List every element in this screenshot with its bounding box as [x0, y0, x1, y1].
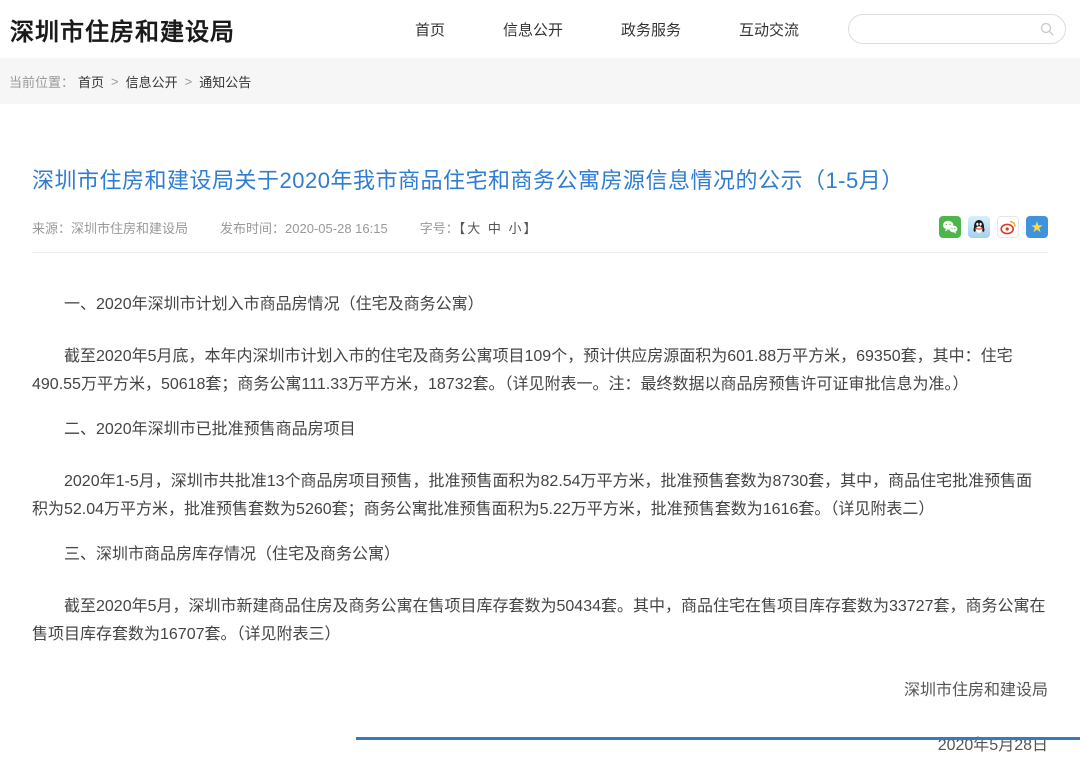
site-title: 深圳市住房和建设局 — [10, 12, 235, 47]
meta-time-label: 发布时间： — [220, 221, 285, 236]
breadcrumb-item-notices[interactable]: 通知公告 — [199, 72, 251, 91]
star-glyph: ★ — [1030, 220, 1043, 235]
breadcrumb-separator: > — [111, 74, 119, 89]
nav-item-info-disclosure[interactable]: 信息公开 — [503, 19, 563, 40]
main-nav: 首页 信息公开 政务服务 互动交流 — [415, 19, 799, 40]
breadcrumb-item-home[interactable]: 首页 — [78, 72, 104, 91]
breadcrumb-separator: > — [185, 74, 193, 89]
section-1-heading: 一、2020年深圳市计划入市商品房情况（住宅及商务公寓） — [32, 291, 1048, 319]
meta-time-value: 2020-05-28 16:15 — [285, 221, 388, 236]
page-title: 深圳市住房和建设局关于2020年我市商品住宅和商务公寓房源信息情况的公示（1-5… — [32, 166, 1048, 196]
nav-item-interaction[interactable]: 互动交流 — [739, 19, 799, 40]
article-meta: 来源：深圳市住房和建设局 发布时间：2020-05-28 16:15 字号：【大… — [32, 216, 1048, 238]
nav-item-gov-services[interactable]: 政务服务 — [621, 19, 681, 40]
breadcrumb-label: 当前位置： — [9, 72, 74, 91]
article-body: 一、2020年深圳市计划入市商品房情况（住宅及商务公寓） 截至2020年5月底，… — [32, 291, 1048, 760]
site-header: 深圳市住房和建设局 首页 信息公开 政务服务 互动交流 — [0, 0, 1080, 58]
section-3-paragraph: 截至2020年5月，深圳市新建商品住房及商务公寓在售项目库存套数为50434套。… — [32, 593, 1048, 649]
section-3-heading: 三、深圳市商品房库存情况（住宅及商务公寓） — [32, 541, 1048, 569]
meta-source-value: 深圳市住房和建设局 — [71, 221, 188, 236]
qzone-favorite-icon[interactable]: ★ — [1026, 216, 1048, 238]
breadcrumb-item-info-disclosure[interactable]: 信息公开 — [126, 72, 178, 91]
search-box[interactable] — [848, 14, 1066, 44]
section-1-paragraph: 截至2020年5月底，本年内深圳市计划入市的住宅及商务公寓项目109个，预计供应… — [32, 343, 1048, 399]
article: 深圳市住房和建设局关于2020年我市商品住宅和商务公寓房源信息情况的公示（1-5… — [0, 166, 1080, 760]
font-size-switcher[interactable]: 【大 中 小】 — [459, 221, 539, 236]
share-icons: ★ — [939, 216, 1048, 238]
wechat-icon[interactable] — [939, 216, 961, 238]
signature-agency: 深圳市住房和建设局 — [32, 677, 1048, 705]
meta-font-size: 字号：【大 中 小】 — [420, 218, 539, 237]
section-2-paragraph: 2020年1-5月，深圳市共批准13个商品房项目预售，批准预售面积为82.54万… — [32, 468, 1048, 524]
meta-source-label: 来源： — [32, 221, 71, 236]
meta-size-label: 字号： — [420, 221, 459, 236]
meta-publish-time: 发布时间：2020-05-28 16:15 — [220, 218, 388, 237]
qq-icon[interactable] — [968, 216, 990, 238]
section-2-heading: 二、2020年深圳市已批准预售商品房项目 — [32, 416, 1048, 444]
meta-divider — [32, 252, 1048, 253]
search-icon[interactable] — [1039, 21, 1055, 37]
breadcrumb: 当前位置： 首页 > 信息公开 > 通知公告 — [0, 58, 1080, 104]
weibo-icon[interactable] — [997, 216, 1019, 238]
search-input[interactable] — [859, 22, 1039, 37]
meta-source: 来源：深圳市住房和建设局 — [32, 218, 188, 237]
nav-item-home[interactable]: 首页 — [415, 19, 445, 40]
